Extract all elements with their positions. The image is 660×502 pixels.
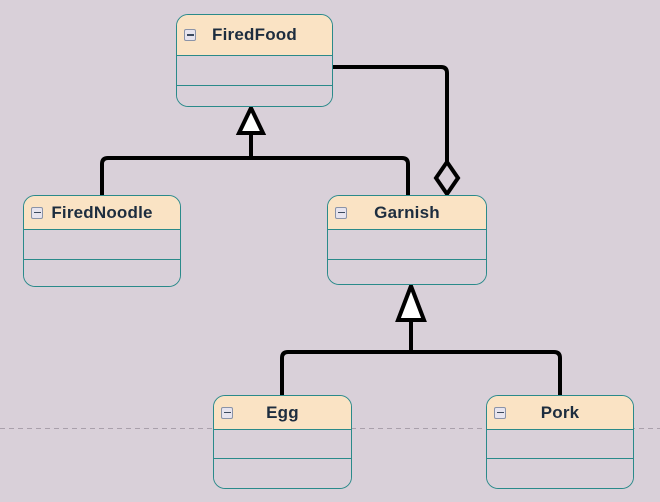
- uml-class-header-garnish: Garnish: [328, 196, 486, 230]
- generalization-egg-garnish[interactable]: [280, 350, 410, 395]
- uml-class-name-firednoodle: FiredNoodle: [51, 202, 153, 222]
- minus-glyph: [496, 411, 504, 414]
- generalization-firednoodle-firedfood[interactable]: [100, 156, 249, 195]
- minus-icon[interactable]: [494, 406, 506, 419]
- uml-class-header-egg: Egg: [214, 396, 351, 430]
- uml-attributes-garnish[interactable]: [328, 230, 486, 260]
- minus-icon[interactable]: [31, 206, 43, 219]
- uml-class-garnish[interactable]: Garnish: [327, 195, 487, 285]
- uml-class-name-pork: Pork: [540, 402, 580, 422]
- uml-operations-firednoodle[interactable]: [24, 260, 180, 286]
- uml-class-header-firednoodle: FiredNoodle: [24, 196, 180, 230]
- generalization-trunk-garnish[interactable]: [395, 280, 427, 352]
- minus-icon[interactable]: [335, 206, 347, 219]
- uml-attributes-egg[interactable]: [214, 430, 351, 459]
- uml-class-firednoodle[interactable]: FiredNoodle: [23, 195, 181, 287]
- hollow-triangle-marker-firedfood: [235, 103, 267, 135]
- minus-glyph: [186, 34, 194, 36]
- uml-class-name-egg: Egg: [266, 402, 299, 422]
- uml-attributes-pork[interactable]: [487, 430, 633, 459]
- generalization-trunk-firedfood[interactable]: [235, 103, 267, 158]
- minus-icon[interactable]: [221, 406, 233, 419]
- minus-glyph: [337, 211, 345, 214]
- minus-icon[interactable]: [184, 29, 196, 41]
- uml-class-pork[interactable]: Pork: [486, 395, 634, 489]
- uml-class-name-firedfood: FiredFood: [212, 25, 297, 44]
- uml-class-header-firedfood: FiredFood: [177, 15, 332, 56]
- hollow-diamond-marker: [433, 158, 461, 198]
- uml-operations-garnish[interactable]: [328, 260, 486, 284]
- uml-operations-egg[interactable]: [214, 459, 351, 488]
- uml-class-firedfood[interactable]: FiredFood: [176, 14, 333, 107]
- uml-attributes-firedfood[interactable]: [177, 56, 332, 86]
- uml-class-egg[interactable]: Egg: [213, 395, 352, 489]
- aggregation-firedfood-garnish[interactable]: [333, 65, 461, 198]
- uml-operations-firedfood[interactable]: [177, 86, 332, 106]
- generalization-garnish-firedfood[interactable]: [249, 156, 410, 195]
- diagram-canvas[interactable]: FiredFood FiredNoodle Garnish Egg Pork: [0, 0, 660, 502]
- uml-attributes-firednoodle[interactable]: [24, 230, 180, 260]
- minus-glyph: [33, 211, 41, 214]
- uml-class-header-pork: Pork: [487, 396, 633, 430]
- uml-class-name-garnish: Garnish: [374, 202, 440, 222]
- hollow-triangle-marker-garnish: [395, 280, 427, 322]
- minus-glyph: [223, 411, 231, 414]
- generalization-pork-garnish[interactable]: [410, 350, 562, 395]
- uml-operations-pork[interactable]: [487, 459, 633, 488]
